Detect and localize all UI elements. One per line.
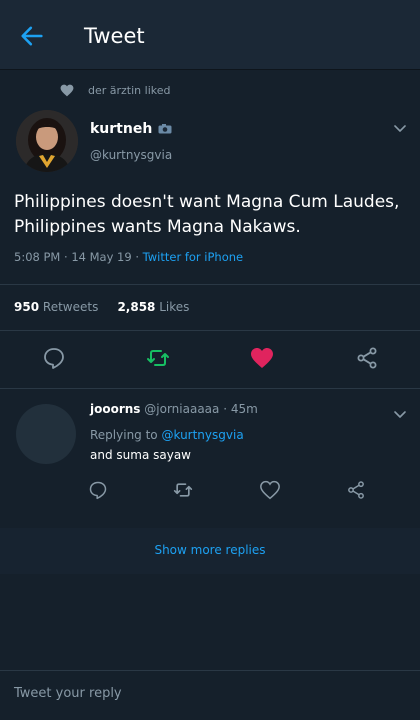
social-context-text: der ärztin liked bbox=[88, 83, 171, 97]
replying-to-label: Replying to bbox=[90, 428, 158, 442]
divider bbox=[0, 330, 420, 331]
reply-icon[interactable] bbox=[88, 480, 108, 500]
tweet-date: 14 May 19 bbox=[71, 250, 132, 264]
stats-spacer bbox=[102, 300, 113, 314]
reply-composer[interactable]: Tweet your reply bbox=[0, 670, 420, 720]
tweet-actions bbox=[0, 346, 420, 376]
author-name-text[interactable]: kurtneh bbox=[90, 121, 152, 137]
replying-to-mention[interactable]: @kurtnysgvia bbox=[161, 428, 243, 442]
meta-separator: · bbox=[223, 402, 231, 416]
reply-avatar[interactable] bbox=[16, 404, 76, 464]
reply-header: jooorns @jorniaaaaa · 45m bbox=[90, 402, 258, 416]
share-icon[interactable] bbox=[346, 480, 366, 500]
retweet-count[interactable]: 950 Retweets bbox=[14, 300, 98, 314]
tweet-time: 5:08 PM bbox=[14, 250, 61, 264]
tweet-meta: 5:08 PM · 14 May 19 · Twitter for iPhone bbox=[14, 250, 243, 264]
camera-emoji-icon bbox=[158, 124, 172, 134]
meta-separator: · bbox=[135, 250, 143, 264]
tweet-text: Philippines doesn't want Magna Cum Laude… bbox=[14, 192, 400, 237]
avatar-image bbox=[16, 110, 78, 172]
chevron-down-icon[interactable] bbox=[392, 120, 408, 136]
like-count-value: 2,858 bbox=[117, 300, 156, 314]
retweet-count-value: 950 bbox=[14, 300, 40, 314]
social-context: der ärztin liked bbox=[60, 82, 171, 98]
author-name[interactable]: kurtneh bbox=[90, 121, 172, 137]
like-icon[interactable] bbox=[250, 346, 274, 370]
reply-actions bbox=[0, 480, 420, 510]
retweet-count-label: Retweets bbox=[42, 300, 99, 314]
retweet-icon[interactable] bbox=[146, 346, 170, 370]
reply-author-name[interactable]: jooorns bbox=[90, 402, 140, 416]
reply-icon[interactable] bbox=[42, 346, 66, 370]
top-bar: Tweet bbox=[0, 0, 420, 70]
reply-text: and suma sayaw bbox=[90, 448, 191, 462]
reply-input[interactable]: Tweet your reply bbox=[14, 686, 122, 701]
like-count[interactable]: 2,858 Likes bbox=[117, 300, 189, 314]
share-icon[interactable] bbox=[355, 346, 379, 370]
tweet-stats: 950 Retweets 2,858 Likes bbox=[14, 300, 189, 314]
tweet-client[interactable]: Twitter for iPhone bbox=[143, 250, 244, 264]
replying-to: Replying to @kurtnysgvia bbox=[90, 428, 244, 442]
reply-time: 45m bbox=[230, 402, 258, 416]
like-count-label: Likes bbox=[159, 300, 190, 314]
divider bbox=[0, 388, 420, 389]
like-icon[interactable] bbox=[260, 480, 280, 500]
page-title: Tweet bbox=[84, 24, 145, 48]
heart-icon bbox=[60, 84, 74, 97]
author-handle[interactable]: @kurtnysgvia bbox=[90, 148, 172, 162]
reply-author-handle[interactable]: @jorniaaaaa bbox=[144, 402, 219, 416]
retweet-icon[interactable] bbox=[173, 480, 193, 500]
show-more-replies-link[interactable]: Show more replies bbox=[0, 543, 420, 557]
divider bbox=[0, 284, 420, 285]
arrow-left-icon[interactable] bbox=[18, 22, 46, 50]
avatar[interactable] bbox=[16, 110, 78, 172]
chevron-down-icon[interactable] bbox=[392, 406, 408, 422]
